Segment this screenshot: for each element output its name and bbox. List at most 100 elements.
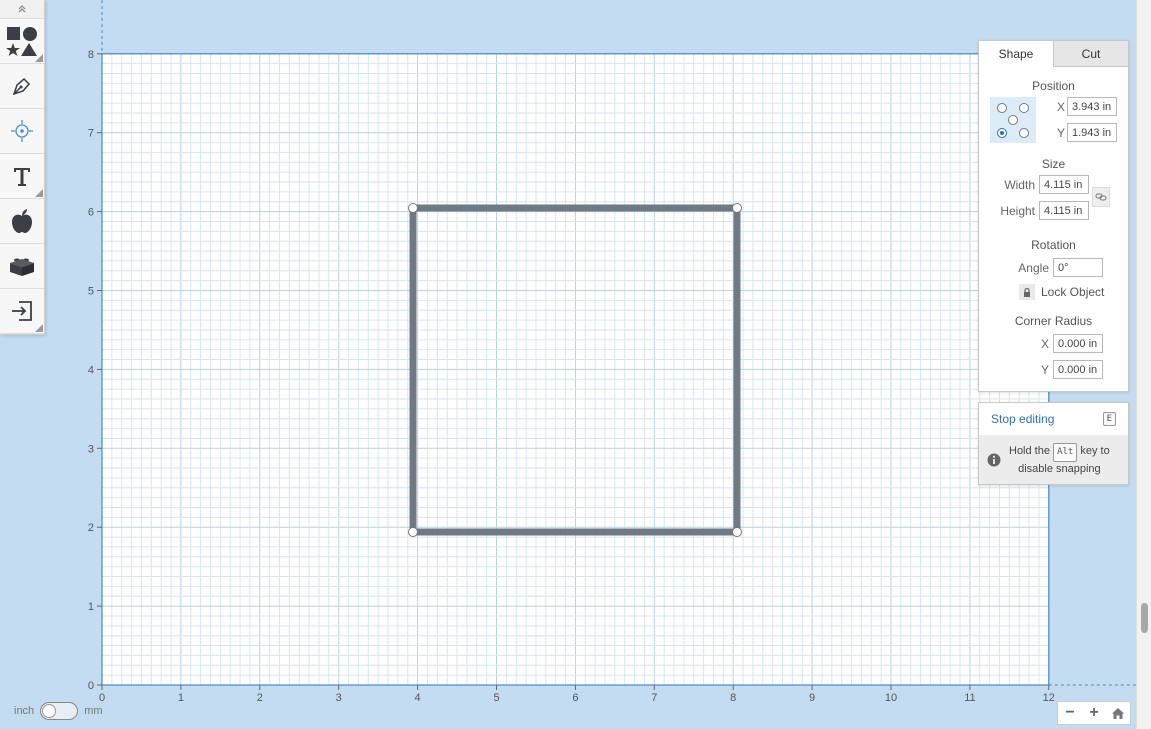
position-y-label: Y xyxy=(1056,126,1065,140)
position-x-input[interactable] xyxy=(1067,97,1117,116)
y-tick-label: 7 xyxy=(88,128,94,140)
panel-tabs: Shape Cut xyxy=(979,41,1128,67)
alt-key: Alt xyxy=(1053,442,1078,462)
position-title: Position xyxy=(1032,79,1075,93)
y-tick-label: 6 xyxy=(88,207,94,219)
x-tick-label: 8 xyxy=(730,692,736,704)
stop-editing-button[interactable]: Stop editing xyxy=(991,412,1054,426)
text-tool-button[interactable] xyxy=(0,154,44,199)
submenu-indicator xyxy=(35,54,43,62)
pen-icon xyxy=(12,77,31,96)
submenu-indicator xyxy=(35,189,43,197)
x-tick-label: 7 xyxy=(651,692,657,704)
pen-tool-button[interactable] xyxy=(0,64,44,109)
x-tick-label: 6 xyxy=(572,692,578,704)
hint-text-before: Hold the xyxy=(1009,444,1050,457)
resize-handle[interactable] xyxy=(408,203,418,213)
position-y-input[interactable] xyxy=(1067,123,1117,142)
lock-icon xyxy=(1019,284,1035,300)
x-tick-label: 11 xyxy=(964,692,975,704)
x-tick-label: 5 xyxy=(493,692,499,704)
x-tick-label: 4 xyxy=(415,692,421,704)
toggle-knob xyxy=(42,704,57,718)
collapse-icon xyxy=(18,5,26,13)
y-tick-label: 2 xyxy=(88,522,94,534)
toolbar-collapse-button[interactable] xyxy=(0,0,44,19)
zoom-in-button[interactable]: + xyxy=(1082,702,1106,724)
anchor-selector xyxy=(990,97,1036,143)
tab-cut[interactable]: Cut xyxy=(1053,41,1128,67)
units-switch: inch mm xyxy=(14,702,103,720)
x-tick-label: 2 xyxy=(257,692,263,704)
y-tick-label: 5 xyxy=(88,286,94,298)
design-canvas[interactable]: 0 1 2 3 4 5 6 7 8 9 10 11 12012345678 xyxy=(0,0,1136,729)
submenu-indicator xyxy=(35,324,43,332)
stop-editing-shortcut: E xyxy=(1102,412,1116,426)
hint-text-after: key to xyxy=(1080,444,1110,457)
anchor-center-radio[interactable] xyxy=(1008,115,1018,125)
anchor-bottom-right-radio[interactable] xyxy=(1019,128,1029,138)
lock-object-label: Lock Object xyxy=(1041,285,1105,299)
x-tick-label: 1 xyxy=(178,692,184,704)
width-label: Width xyxy=(1004,178,1035,192)
home-view-button[interactable] xyxy=(1106,702,1130,724)
import-tool-button[interactable] xyxy=(0,289,44,334)
tab-shape[interactable]: Shape xyxy=(979,41,1053,67)
corner-x-label: X xyxy=(1040,337,1049,351)
anchor-top-right-radio[interactable] xyxy=(1019,103,1029,113)
corner-radius-x-input[interactable] xyxy=(1053,334,1103,353)
y-tick-label: 3 xyxy=(88,443,94,455)
resize-handle[interactable] xyxy=(732,203,742,213)
images-tool-button[interactable] xyxy=(0,199,44,244)
hint-text-after-2: disable snapping xyxy=(1018,462,1101,475)
angle-input[interactable] xyxy=(1053,258,1103,277)
anchor-top-left-radio[interactable] xyxy=(997,103,1007,113)
height-label: Height xyxy=(1000,204,1035,218)
workspace[interactable]: 0 1 2 3 4 5 6 7 8 9 10 11 12 0 1 2 3 4 5 6 7 8 xyxy=(0,0,1136,729)
unit-mm-label: mm xyxy=(84,705,103,717)
height-input[interactable] xyxy=(1039,201,1089,220)
y-tick-label: 1 xyxy=(88,601,94,613)
y-tick-label: 0 xyxy=(88,680,94,692)
zoom-controls: − + xyxy=(1057,701,1131,725)
corner-radius-title: Corner Radius xyxy=(1014,314,1093,328)
chain-link-icon xyxy=(1095,193,1107,201)
info-icon xyxy=(987,453,1001,466)
rotation-title: Rotation xyxy=(1031,238,1076,252)
unit-inch-label: inch xyxy=(14,705,35,717)
shapes-tool-button[interactable] xyxy=(0,19,44,64)
properties-panel: Shape Cut Position X Y Size Width Height… xyxy=(978,40,1129,392)
shapes-icon xyxy=(6,27,37,56)
left-toolbar xyxy=(0,0,45,335)
corner-radius-y-input[interactable] xyxy=(1053,360,1103,379)
import-icon xyxy=(12,301,32,321)
zoom-out-button[interactable]: − xyxy=(1058,702,1082,724)
resize-handle[interactable] xyxy=(732,527,742,537)
projects-tool-button[interactable] xyxy=(0,244,44,289)
y-tick-label: 4 xyxy=(88,364,94,376)
edit-mode-panel: Stop editing E Hold the Alt key to disab… xyxy=(978,402,1129,485)
x-tick-label: 12 xyxy=(1043,692,1055,704)
point-tool-button[interactable] xyxy=(0,109,44,154)
scrollbar-thumb[interactable] xyxy=(1141,603,1148,633)
width-input[interactable] xyxy=(1039,175,1089,194)
lock-object-toggle[interactable]: Lock Object xyxy=(1019,284,1104,300)
corner-y-label: Y xyxy=(1040,363,1049,377)
snapping-hint: Hold the Alt key to disable snapping xyxy=(979,435,1128,484)
position-x-label: X xyxy=(1056,100,1065,114)
x-tick-label: 3 xyxy=(336,692,342,704)
brick-icon xyxy=(10,258,34,276)
text-icon xyxy=(14,168,30,186)
home-icon xyxy=(1112,707,1124,719)
y-tick-label: 8 xyxy=(88,49,94,61)
anchor-bottom-left-radio[interactable] xyxy=(997,128,1007,138)
aspect-link-toggle[interactable] xyxy=(1092,187,1110,207)
angle-label: Angle xyxy=(1018,261,1049,275)
resize-handle[interactable] xyxy=(408,527,418,537)
vertical-scrollbar[interactable] xyxy=(1136,0,1151,729)
apple-icon xyxy=(12,209,32,233)
target-icon xyxy=(11,120,33,142)
x-tick-label: 9 xyxy=(809,692,815,704)
unit-toggle[interactable] xyxy=(40,702,79,720)
x-tick-label: 10 xyxy=(885,692,897,704)
